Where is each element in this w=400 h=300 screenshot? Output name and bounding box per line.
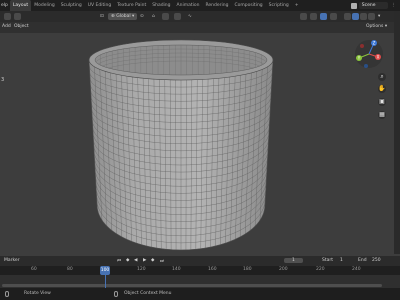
grid-icon: ▦ xyxy=(379,111,385,118)
snap-icon[interactable]: ⌂ xyxy=(152,13,155,20)
scene-selector[interactable]: Scene xyxy=(358,2,388,9)
play-reverse-icon[interactable]: ◀ xyxy=(134,258,137,263)
camera-icon: ▣ xyxy=(379,98,385,105)
play-icon[interactable]: ▶ xyxy=(143,258,146,263)
timeline-ruler[interactable]: 60 80 120 140 160 180 200 220 240 xyxy=(0,266,400,275)
gizmo-toggle[interactable] xyxy=(310,13,317,20)
hand-icon: ✋ xyxy=(378,85,386,92)
shading-wireframe-icon[interactable] xyxy=(344,13,351,20)
gizmo-z-label: Z xyxy=(373,41,376,46)
help-menu[interactable]: elp xyxy=(0,3,10,8)
scene-icon xyxy=(350,2,357,9)
ruler-tick: 120 xyxy=(137,267,146,272)
mouse-right-icon xyxy=(114,291,118,297)
gizmo-y-label: Y xyxy=(357,56,361,61)
falloff-icon[interactable]: ∿ xyxy=(188,13,192,20)
editor-type-icon[interactable] xyxy=(4,13,11,20)
status-hint-right: Object Context Menu xyxy=(124,291,172,296)
viewport-frame-number: 3 xyxy=(1,77,5,83)
object-mode-icon[interactable] xyxy=(14,13,21,20)
jump-key-back-icon[interactable]: ◆ xyxy=(126,258,129,263)
snap-toggle[interactable] xyxy=(162,13,169,20)
pivot-icon[interactable]: ⊙ xyxy=(140,13,144,20)
shading-solid-icon[interactable] xyxy=(352,13,359,20)
globe-icon: ⊕ xyxy=(111,14,115,19)
camera-view-button[interactable]: ▣ xyxy=(378,98,386,106)
3d-viewport[interactable]: 3 X Z Y ⌕ ✋ ▣ ▦ xyxy=(0,33,394,254)
shading-material-icon[interactable] xyxy=(360,13,367,20)
viewport-header: ⊡ ⊕ Global ▾ ⊙ ⌂ ∿ ▾ xyxy=(0,11,400,22)
orientation-dropdown[interactable]: ⊕ Global ▾ xyxy=(108,13,138,20)
tab-compositing[interactable]: Compositing xyxy=(231,0,265,11)
sidebar-toggle-strip[interactable] xyxy=(394,11,400,254)
tab-texture-paint[interactable]: Texture Paint xyxy=(114,0,149,11)
tab-animation[interactable]: Animation xyxy=(174,0,203,11)
status-bar: Rotate View Object Context Menu xyxy=(0,288,400,300)
gizmo-neg-z[interactable] xyxy=(364,64,368,68)
zoom-icon: ⌕ xyxy=(380,73,384,80)
ruler-tick: 200 xyxy=(279,267,288,272)
add-menu[interactable]: Add xyxy=(2,24,11,29)
start-label: Start xyxy=(322,258,333,263)
ruler-tick: 220 xyxy=(316,267,325,272)
mouse-middle-icon xyxy=(5,291,9,297)
shading-options-icon[interactable]: ▾ xyxy=(378,13,380,20)
jump-key-forward-icon[interactable]: ◆ xyxy=(151,258,154,263)
ruler-tick: 140 xyxy=(172,267,181,272)
orientation-label: Global xyxy=(116,14,131,19)
current-frame-field[interactable]: 1 xyxy=(284,258,303,263)
viewport-subheader: Add Object Options ▾ xyxy=(0,22,400,33)
options-menu[interactable]: Options ▾ xyxy=(366,24,387,29)
visibility-icon[interactable] xyxy=(300,13,307,20)
gizmo-x-label: X xyxy=(377,55,380,60)
transform-pivot-icon[interactable]: ⊡ xyxy=(100,13,104,20)
workspace-bar: elp Layout Modeling Sculpting UV Editing… xyxy=(0,0,400,11)
playhead-line xyxy=(104,275,106,288)
object-menu[interactable]: Object xyxy=(14,24,29,29)
pan-button[interactable]: ✋ xyxy=(378,85,386,93)
start-value[interactable]: 1 xyxy=(340,258,343,263)
ruler-tick: 240 xyxy=(352,267,361,272)
tab-modeling[interactable]: Modeling xyxy=(31,0,57,11)
tab-scripting[interactable]: Scripting xyxy=(266,0,292,11)
cylinder-mesh xyxy=(88,39,274,251)
end-label: End xyxy=(358,258,367,263)
ruler-tick: 180 xyxy=(243,267,252,272)
jump-end-icon[interactable]: ⏭ xyxy=(160,258,164,264)
xray-toggle[interactable] xyxy=(330,13,337,20)
chevron-down-icon: ▾ xyxy=(132,14,135,19)
marker-menu[interactable]: Marker xyxy=(4,258,20,263)
status-hint-left: Rotate View xyxy=(24,291,51,296)
jump-start-icon[interactable]: ⏮ xyxy=(117,258,121,264)
zoom-button[interactable]: ⌕ xyxy=(378,73,386,81)
timeline-scrollbar[interactable] xyxy=(2,284,382,287)
shading-rendered-icon[interactable] xyxy=(368,13,375,20)
tab-uv-editing[interactable]: UV Editing xyxy=(85,0,114,11)
ruler-tick: 160 xyxy=(208,267,217,272)
add-workspace-button[interactable]: + xyxy=(292,0,302,11)
navigation-gizmo[interactable]: X Z Y xyxy=(354,39,384,69)
perspective-toggle[interactable]: ▦ xyxy=(378,111,386,119)
timeline-header: Marker ⏮ ◆ ◀ ▶ ◆ ⏭ 1 Start 1 End 250 xyxy=(0,256,400,266)
gizmo-neg-x[interactable] xyxy=(360,44,364,48)
tab-layout[interactable]: Layout xyxy=(9,0,32,11)
playhead[interactable]: 100 xyxy=(100,266,110,275)
overlay-toggle[interactable] xyxy=(320,13,327,20)
options-label: Options xyxy=(366,24,384,29)
scene-menu-icon[interactable]: ⋮ xyxy=(392,3,397,8)
tab-sculpting[interactable]: Sculpting xyxy=(58,0,85,11)
tab-rendering[interactable]: Rendering xyxy=(202,0,231,11)
ruler-tick: 80 xyxy=(67,267,73,272)
chevron-down-icon: ▾ xyxy=(384,24,388,29)
ruler-tick: 60 xyxy=(31,267,37,272)
end-value[interactable]: 250 xyxy=(372,258,381,263)
proportional-edit-toggle[interactable] xyxy=(174,13,181,20)
tab-shading[interactable]: Shading xyxy=(149,0,173,11)
